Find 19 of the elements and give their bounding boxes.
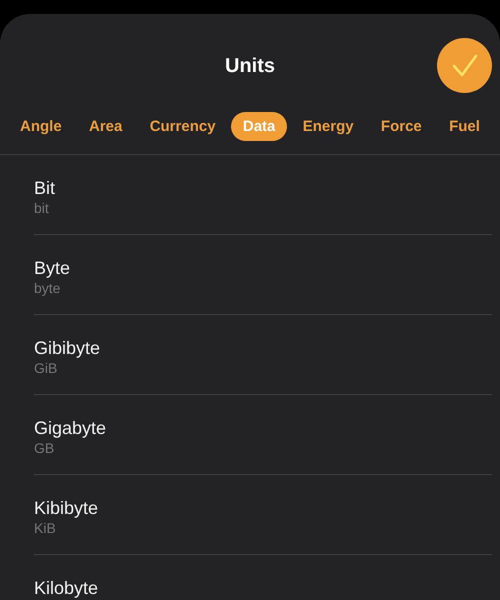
unit-symbol: byte	[34, 279, 60, 297]
unit-name[interactable]: Gigabyte	[34, 417, 106, 439]
category-tab[interactable]: Fuel	[437, 112, 492, 140]
unit-symbol: KiB	[34, 519, 56, 537]
unit-name[interactable]: Kilobyte	[34, 577, 98, 599]
unit-name[interactable]: Bit	[34, 177, 56, 199]
category-tab[interactable]: Currency	[138, 112, 228, 140]
sheet-title: Units	[225, 54, 275, 78]
unit-symbol: bit	[34, 199, 49, 217]
category-tab[interactable]: Angle	[8, 112, 74, 140]
checkmark-icon	[452, 54, 478, 78]
unit-symbol: GiB	[34, 359, 58, 377]
unit-name[interactable]: Byte	[34, 257, 70, 279]
category-tab[interactable]: Force	[368, 112, 434, 140]
unit-name[interactable]: Kibibyte	[34, 497, 98, 519]
category-tab[interactable]: Area	[77, 112, 134, 140]
unit-name[interactable]: Gibibyte	[34, 337, 100, 359]
category-tab[interactable]: Energy	[290, 112, 366, 140]
unit-symbol: GB	[34, 439, 54, 457]
